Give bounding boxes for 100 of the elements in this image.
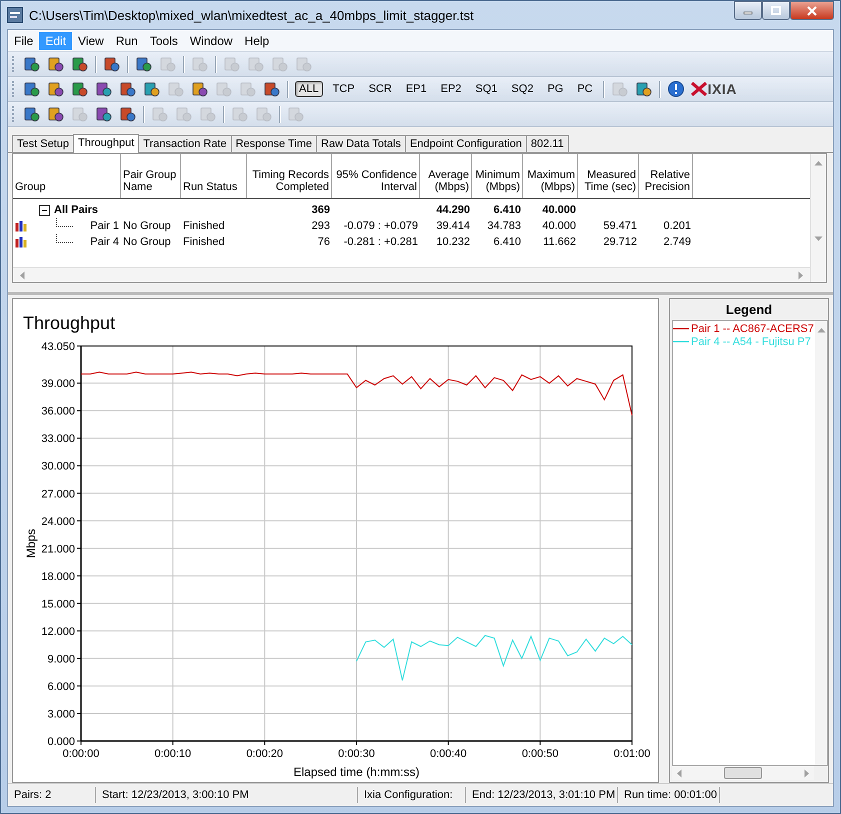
filter-toggle[interactable]: TCP (328, 81, 359, 97)
column-header[interactable]: Run Status (181, 154, 247, 198)
tool-icon[interactable] (23, 80, 41, 98)
y-tick-label: 43.050 (41, 341, 75, 353)
x-tick-label: 0:01:00 (614, 748, 650, 760)
window-title: C:\Users\Tim\Desktop\mixed_wlan\mixedtest_ac_a_40mbps_limit_stagger.tst (29, 8, 474, 22)
y-tick-label: 33.000 (41, 433, 75, 446)
logo-text: IXIA (708, 81, 737, 97)
x-tick-label: 0:00:40 (430, 748, 467, 760)
column-header[interactable]: Pair Group Name (121, 154, 181, 198)
status-pane: Run time: 00:01:00 (618, 787, 720, 803)
tool-icon[interactable] (95, 105, 113, 123)
filter-toggle[interactable]: SCR (364, 81, 396, 97)
table-cell-text: -0.281 : +0.281 (342, 236, 419, 248)
column-header[interactable]: Measured Time (sec) (578, 154, 639, 198)
tool-icon[interactable] (119, 80, 137, 98)
legend-title: Legend (724, 301, 774, 319)
y-tick-label: 3.000 (47, 708, 75, 720)
scroll-right-icon[interactable] (804, 768, 810, 778)
menu-item[interactable]: Run (110, 32, 144, 50)
y-tick-label: 9.000 (47, 653, 75, 666)
table-cell-text: 40.000 (541, 220, 577, 232)
tool-icon[interactable] (103, 55, 121, 73)
filter-toggle[interactable]: PC (573, 81, 597, 97)
column-header[interactable]: Minimum (Mbps) (472, 154, 523, 198)
filter-toggle[interactable]: PG (543, 81, 568, 97)
column-header[interactable]: 95% Confidence Interval (332, 154, 420, 198)
tool-icon[interactable] (263, 80, 281, 98)
x-tick-label: 0:00:00 (62, 748, 100, 760)
column-header[interactable]: Average (Mbps) (420, 154, 472, 198)
tool-icon[interactable] (23, 55, 41, 73)
y-tick-label: 15.000 (41, 598, 75, 610)
filter-toggle[interactable]: SQ2 (507, 81, 538, 97)
bar-chart-icon (15, 236, 28, 248)
y-tick-label: 36.000 (41, 406, 75, 418)
table-cell-text: Finished (182, 220, 226, 232)
tool-icon[interactable] (47, 55, 65, 73)
filter-toggle[interactable]: ALL (295, 81, 323, 97)
tool-icon[interactable] (23, 105, 41, 123)
scroll-left-icon[interactable] (19, 270, 25, 280)
x-axis-label: Elapsed time (h:mm:ss) (293, 765, 420, 779)
minimize-button[interactable] (734, 1, 762, 20)
group-label: All Pairs (54, 204, 98, 216)
y-axis-label: Mbps (24, 528, 38, 558)
tool-icon[interactable] (71, 80, 89, 98)
bar-chart-icon (15, 220, 28, 232)
scroll-right-icon[interactable] (798, 270, 804, 280)
x-tick-label: 0:00:30 (338, 748, 375, 760)
y-tick-label: 30.000 (41, 460, 75, 473)
tool-icon[interactable] (143, 80, 161, 98)
pair-label: Pair 4 (90, 236, 119, 248)
tab[interactable]: Raw Data Totals (316, 135, 406, 152)
legend-label: Pair 4 -- A54 - Fujitsu P7 (691, 336, 811, 348)
tool-icon[interactable] (135, 55, 153, 73)
tool-icon[interactable] (71, 55, 89, 73)
info-icon[interactable] (666, 80, 685, 98)
scrollbar-thumb[interactable] (724, 767, 762, 779)
maximize-icon (771, 6, 781, 15)
scroll-down-icon[interactable] (814, 236, 823, 242)
table-cell-text: 44.290 (435, 204, 471, 216)
scroll-left-icon[interactable] (676, 768, 682, 778)
tool-icon[interactable] (119, 105, 137, 123)
tool-icon[interactable] (191, 80, 209, 98)
filter-toggle[interactable]: SQ1 (471, 81, 502, 97)
tool-icon[interactable] (634, 80, 653, 98)
table-cell-text: 39.414 (435, 220, 471, 232)
table-cell-text: 29.712 (602, 236, 638, 248)
scroll-up-icon[interactable] (814, 160, 823, 166)
table-cell-text: 6.410 (492, 236, 522, 248)
tab[interactable]: 802.11 (526, 135, 569, 152)
menu-item[interactable]: Window (184, 32, 239, 50)
column-header[interactable]: Group (13, 154, 121, 198)
tab[interactable]: Test Setup (12, 135, 74, 152)
menu-item[interactable]: Tools (144, 32, 184, 50)
y-tick-label: 18.000 (41, 570, 75, 583)
y-tick-label: 21.000 (41, 543, 75, 556)
tab[interactable]: Throughput (72, 134, 140, 153)
table-cell-text: 76 (316, 236, 331, 248)
collapse-toggle-icon[interactable] (39, 204, 50, 216)
tab[interactable]: Response Time (230, 135, 318, 152)
maximize-button[interactable] (762, 1, 790, 20)
menu-item[interactable]: View (72, 32, 110, 50)
x-tick-label: 0:00:50 (522, 748, 559, 760)
tool-icon[interactable] (47, 105, 65, 123)
tool-icon[interactable] (95, 80, 113, 98)
column-header[interactable]: Timing Records Completed (247, 154, 332, 198)
close-button[interactable] (790, 1, 834, 20)
filter-toggle[interactable]: EP1 (402, 81, 431, 97)
filter-toggle[interactable]: EP2 (436, 81, 466, 97)
tab[interactable]: Endpoint Configuration (404, 135, 527, 152)
table-cell-text: 293 (310, 220, 331, 232)
logo-mark-icon (690, 82, 707, 96)
menu-item[interactable]: File (8, 32, 40, 50)
column-header[interactable]: Maximum (Mbps) (523, 154, 578, 198)
tool-icon[interactable] (47, 80, 65, 98)
column-header[interactable]: Relative Precision (639, 154, 693, 198)
menu-item[interactable]: Help (238, 32, 276, 50)
tab[interactable]: Transaction Rate (138, 135, 232, 152)
scroll-up-icon[interactable] (816, 327, 826, 333)
status-pane: Pairs: 2 (8, 787, 96, 803)
